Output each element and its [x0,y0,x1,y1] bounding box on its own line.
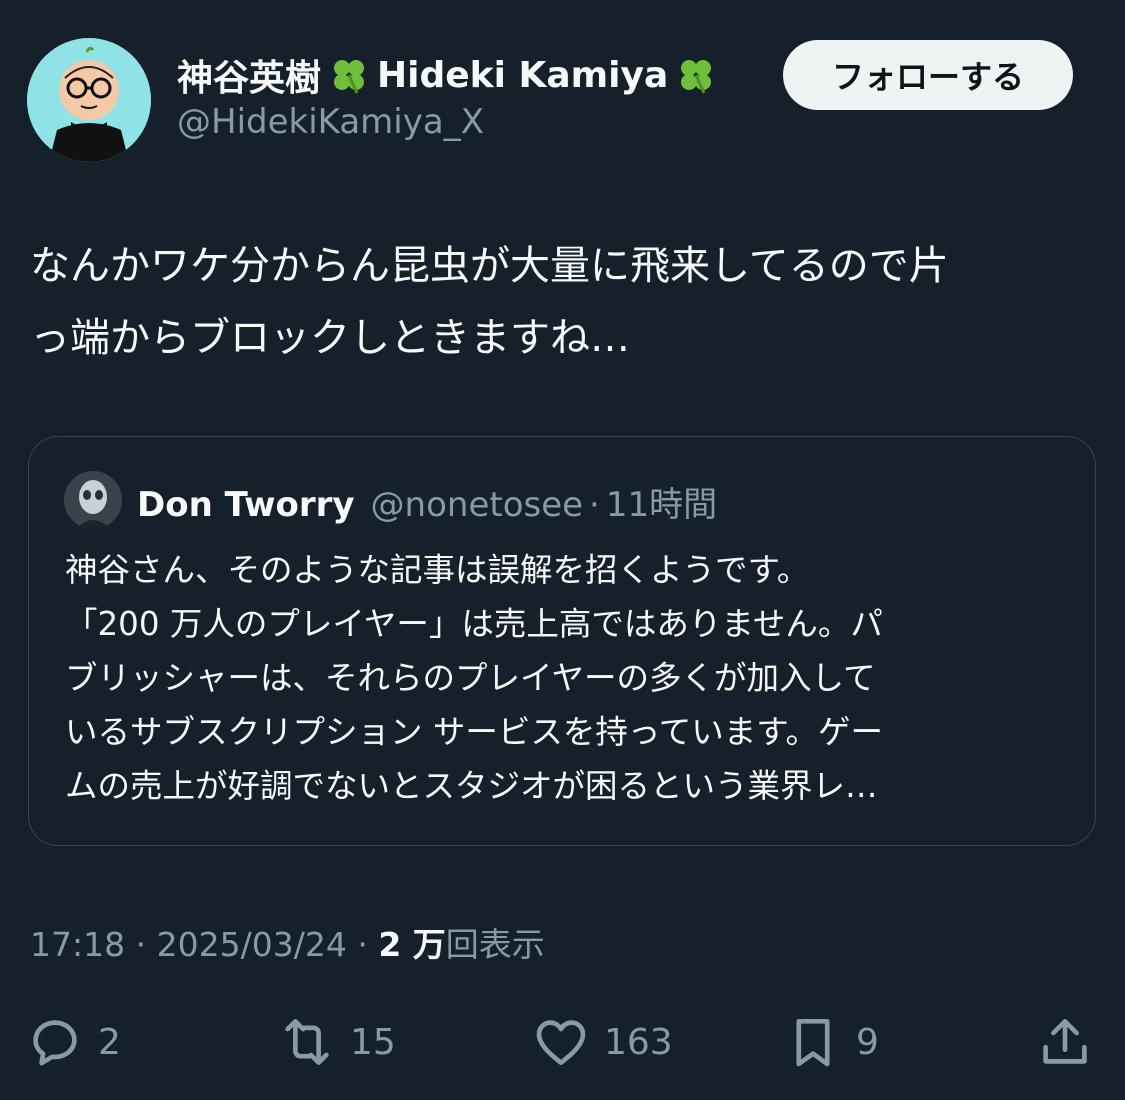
author-handle[interactable]: @HidekiKamiya_X [177,102,484,142]
quoted-tweet-text: 神谷さん、そのような記事は誤解を招くようです。 「200 万人のプレイヤー」は売… [65,543,1075,813]
bookmark-icon [796,1019,830,1067]
clover-icon [327,53,371,97]
quoted-author-handle[interactable]: @nonetosee [371,485,584,525]
quoted-separator: · [589,485,600,525]
tweet-text: なんかワケ分からん昆虫が大量に飛来してるので片 っ端からブロックしときますね… [30,230,1090,374]
views-label: 回表示 [445,925,545,964]
like-button[interactable]: 163 [530,1004,673,1080]
follow-button[interactable]: フォローする [783,40,1073,110]
repost-button[interactable]: 15 [276,1004,396,1080]
tweet-text-line: なんかワケ分からん昆虫が大量に飛来してるので片 [30,243,949,289]
quoted-author-name[interactable]: Don Tworry [137,485,355,525]
tweet-text-line: っ端からブロックしときますね… [30,315,630,361]
reply-count: 2 [98,1021,121,1063]
quoted-text-line: ブリッシャーは、それらのプレイヤーの多くが加入して [65,659,876,697]
avatar-illustration [27,38,151,162]
author-avatar[interactable] [27,38,151,162]
share-icon [1043,1019,1087,1064]
quoted-author-avatar[interactable] [64,471,122,529]
quoted-text-line: ムの売上が好調でないとスタジオが困るという業界レ… [65,767,878,805]
tweet-date[interactable]: 2025/03/24 [157,925,347,964]
quoted-avatar-illustration [64,471,122,529]
meta-separator: · [357,925,368,964]
clover-icon [674,53,718,97]
tweet-time[interactable]: 17:18 [30,925,125,964]
share-button[interactable] [1034,1004,1096,1080]
author-name-row[interactable]: 神谷英樹 Hideki Kamiya [177,50,724,100]
author-display-name[interactable]: 神谷英樹 [177,49,321,101]
quoted-text-line: いるサブスクリプション サービスを持っています。ゲー [65,713,883,751]
bookmark-count: 9 [856,1021,879,1063]
quoted-header: Don Tworry @nonetosee · 11時間 [137,477,717,526]
action-bar: 2 15 163 9 [0,1004,1125,1080]
quoted-text-line: 神谷さん、そのような記事は誤解を招くようです。 [65,551,810,589]
author-display-name-latin[interactable]: Hideki Kamiya [377,55,668,96]
bookmark-button[interactable]: 9 [782,1004,879,1080]
reply-icon [33,1020,77,1066]
repost-icon [285,1019,329,1065]
reply-button[interactable]: 2 [24,1004,121,1080]
repost-count: 15 [350,1021,396,1063]
tweet-meta: 17:18 · 2025/03/24 · 2 万回表示 [30,918,545,966]
heart-icon [536,1020,586,1065]
quoted-tweet-card[interactable]: Don Tworry @nonetosee · 11時間 神谷さん、そのような記… [28,436,1096,846]
quoted-text-line: 「200 万人のプレイヤー」は売上高ではありません。パ [65,605,883,643]
quoted-timestamp[interactable]: 11時間 [606,477,717,526]
meta-separator: · [135,925,147,964]
views-count: 2 万 [378,925,446,964]
like-count: 163 [604,1021,673,1063]
